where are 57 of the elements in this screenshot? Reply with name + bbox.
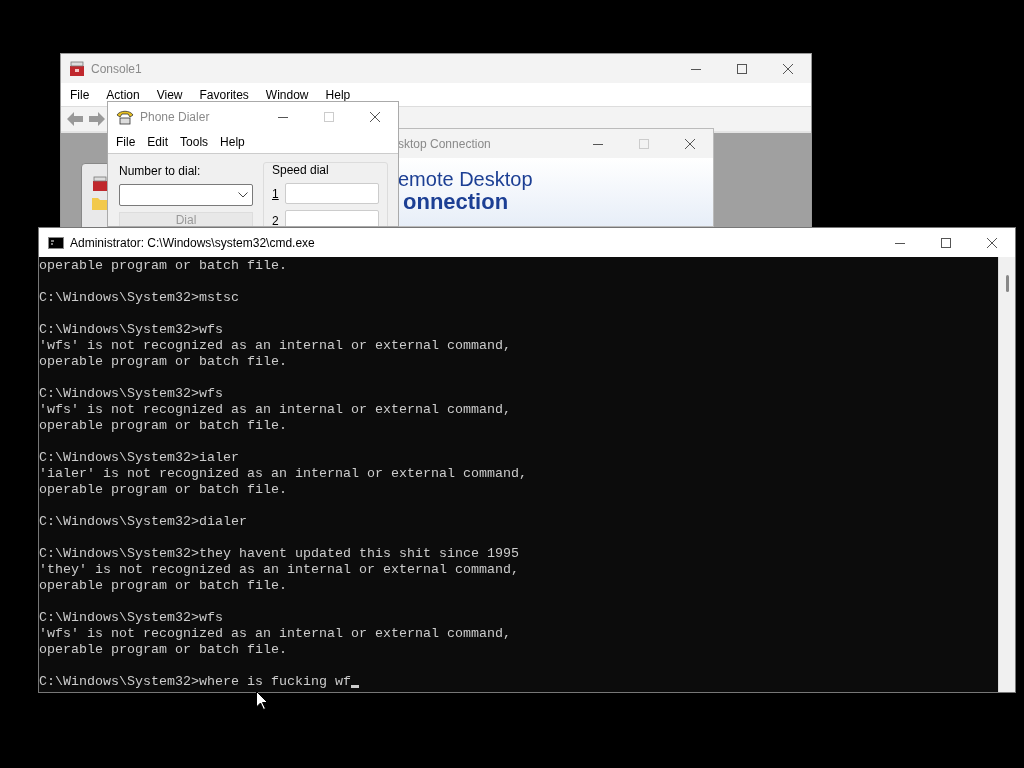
scrollbar[interactable] (998, 257, 1015, 692)
menu-item[interactable]: Edit (147, 135, 169, 149)
console-line: 'wfs' is not recognized as an internal or external command, (39, 338, 511, 354)
close-icon[interactable] (987, 237, 997, 248)
scrollbar-thumb[interactable] (1005, 275, 1009, 292)
window-title: Phone Dialer (140, 109, 210, 124)
console-line: C:\Windows\System32>wfs (39, 610, 223, 626)
maximize-icon[interactable] (941, 237, 951, 248)
menu-item[interactable]: View (156, 87, 183, 102)
speed-dial-field[interactable] (284, 210, 379, 226)
menu-item[interactable]: Action (106, 87, 140, 102)
forward-arrow-icon[interactable] (89, 112, 105, 126)
console-line: operable program or batch file. (39, 418, 287, 434)
speed-dial-number: 1 (272, 186, 279, 201)
console-line: C:\Windows\System32>dialer (39, 514, 247, 530)
console-line: C:\Windows\System32>wfs (39, 386, 223, 402)
maximize-icon[interactable] (737, 63, 747, 74)
window-title: Console1 (91, 61, 142, 76)
window-title: sktop Connection (398, 136, 491, 151)
console-line: C:\Windows\System32>where is fucking wf (39, 674, 351, 690)
console-line: 'ialer' is not recognized as an internal or external command, (39, 466, 527, 482)
console-line: C:\Windows\System32>wfs (39, 322, 223, 338)
menu-item[interactable]: File (70, 87, 90, 102)
menu-item[interactable]: Favorites (199, 87, 249, 102)
close-icon[interactable] (685, 138, 695, 149)
close-icon[interactable] (783, 63, 793, 74)
console-line: C:\Windows\System32>mstsc (39, 290, 239, 306)
console-line: operable program or batch file. (39, 578, 287, 594)
console-line: 'wfs' is not recognized as an internal or external command, (39, 626, 511, 642)
speed-dial-field[interactable] (284, 183, 379, 204)
number-dropdown[interactable] (119, 184, 253, 206)
console-line: 'wfs' is not recognized as an internal or external command, (39, 402, 511, 418)
back-arrow-icon[interactable] (67, 112, 83, 126)
console-line: operable program or batch file. (39, 354, 287, 370)
group-label: Speed dial (272, 163, 330, 177)
toolbox-icon (69, 60, 85, 77)
console-line: C:\Windows\System32>they havent updated this shit since 1995 (39, 546, 519, 562)
menu-item[interactable]: Window (265, 87, 309, 102)
console-line: 'they' is not recognized as an internal or external command, (39, 562, 519, 578)
terminal-icon (48, 236, 64, 249)
menu-item[interactable]: Help (325, 87, 351, 102)
console-line: operable program or batch file. (39, 642, 287, 658)
close-icon[interactable] (370, 111, 380, 122)
field-label: Number to dial: (119, 164, 202, 178)
menu-item[interactable]: Help (220, 135, 245, 149)
chevron-down-icon (238, 192, 248, 198)
toolbox-icon (92, 176, 108, 192)
menu-item[interactable]: File (116, 135, 136, 149)
speed-dial-number: 2 (272, 213, 279, 226)
console-line: operable program or batch file. (39, 258, 287, 274)
window-title: Administrator: C:\Windows\system32\cmd.exe (70, 235, 315, 250)
telephone-icon (116, 108, 134, 125)
banner-title: onnection (402, 190, 509, 214)
console-line: operable program or batch file. (39, 482, 287, 498)
menu-item[interactable]: Tools (180, 135, 209, 149)
banner-title: emote Desktop (398, 168, 534, 190)
console-line: C:\Windows\System32>ialer (39, 450, 239, 466)
